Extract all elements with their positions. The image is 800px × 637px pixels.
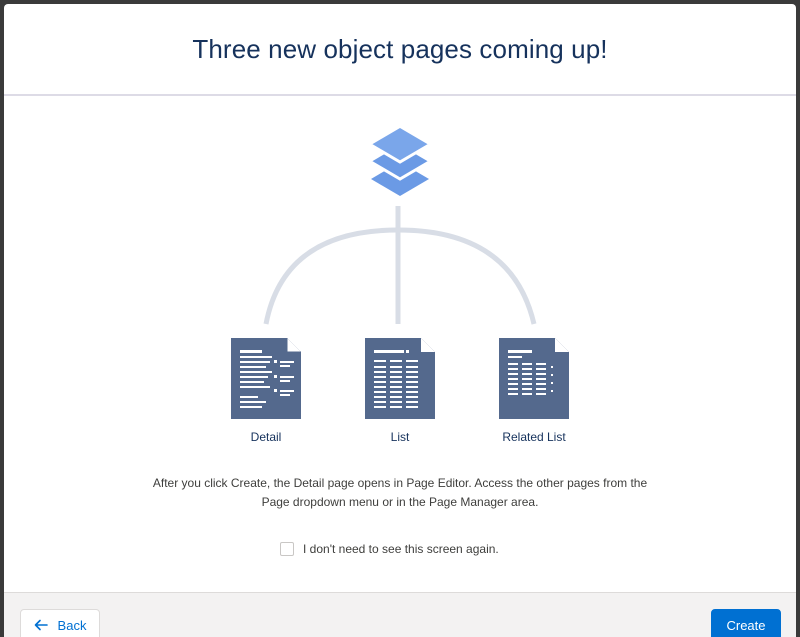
back-button[interactable]: Back (20, 609, 100, 637)
modal-header: Three new object pages coming up! (4, 4, 796, 96)
related-list-page-label: Related List (502, 430, 566, 444)
dont-show-again-checkbox[interactable] (280, 542, 294, 556)
back-button-label: Back (57, 617, 87, 633)
modal-footer: Back Create (4, 592, 796, 637)
description-text: After you click Create, the Detail page … (152, 476, 648, 509)
arrow-left-icon (34, 619, 48, 631)
list-page-label: List (390, 430, 410, 444)
dont-show-again-label[interactable]: I don't need to see this screen again. (303, 542, 499, 556)
page-connectors (263, 206, 537, 325)
detail-page-icon (231, 338, 301, 419)
related-list-page-icon (499, 338, 569, 419)
detail-page-label: Detail (250, 430, 282, 444)
modal-title: Three new object pages coming up! (192, 33, 608, 64)
create-button[interactable]: Create (711, 609, 781, 637)
dont-show-again-option[interactable]: I don't need to see this screen again. (280, 542, 499, 556)
modal-dialog: Three new object pages coming up! Detail… (4, 4, 796, 637)
layers-stack-icon (370, 128, 430, 196)
list-page-icon (365, 338, 435, 419)
